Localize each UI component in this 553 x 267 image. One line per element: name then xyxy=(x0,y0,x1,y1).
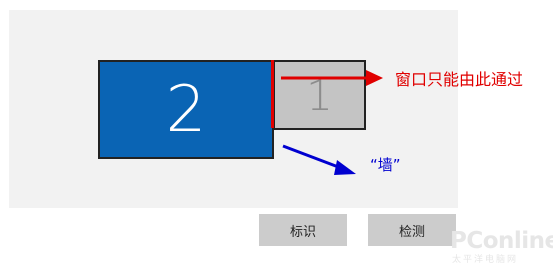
monitor-2-number: 2 xyxy=(165,72,207,147)
watermark-subtitle: 太平洋电脑网 xyxy=(452,255,519,265)
monitor-1[interactable]: 1 xyxy=(273,60,366,130)
wall-callout-text: “墙” xyxy=(370,156,401,174)
wall-boundary-line xyxy=(271,60,274,128)
watermark-logo: PConline xyxy=(450,228,553,254)
monitor-2[interactable]: 2 xyxy=(98,60,274,159)
detect-button[interactable]: 检测 xyxy=(368,214,456,246)
identify-button[interactable]: 标识 xyxy=(259,214,347,246)
red-callout-text: 窗口只能由此通过 xyxy=(395,70,524,89)
monitor-1-number: 1 xyxy=(306,70,333,120)
